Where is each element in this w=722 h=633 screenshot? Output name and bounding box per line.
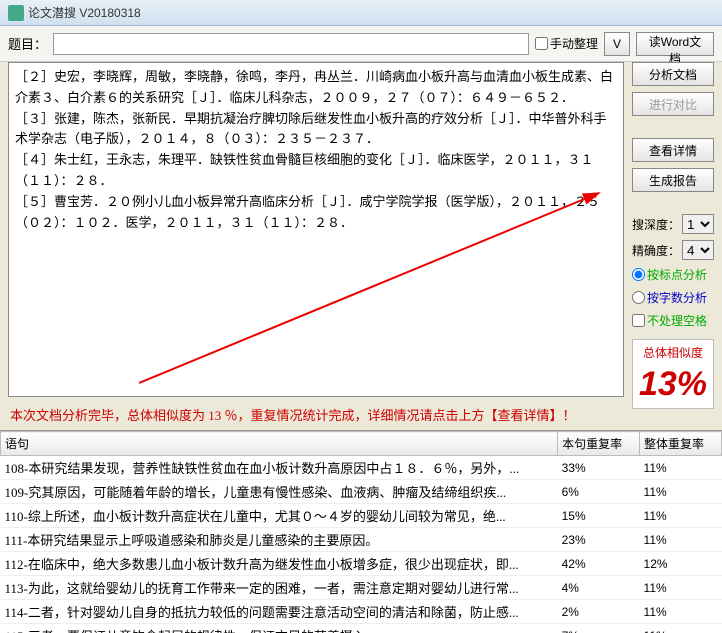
- accuracy-row: 精确度： 4: [632, 240, 714, 260]
- depth-select[interactable]: 1: [682, 214, 714, 234]
- col-sentence-rate[interactable]: 本句重复率: [558, 432, 640, 456]
- cell-overall-rate: 12%: [640, 552, 722, 576]
- table-row[interactable]: 112-在临床中，绝大多数患儿血小板计数升高为继发性血小板增多症，很少出现症状，…: [1, 552, 722, 576]
- cell-overall-rate: 11%: [640, 528, 722, 552]
- cell-sentence: 111-本研究结果显示上呼吸道感染和肺炎是儿童感染的主要原因。: [1, 528, 558, 552]
- read-word-button[interactable]: 读Word文档: [636, 32, 714, 56]
- col-sentence[interactable]: 语句: [1, 432, 558, 456]
- side-panel: 分析文档 进行对比 查看详情 生成报告 搜深度： 1 精确度： 4 按标点分析 …: [628, 62, 722, 430]
- results-table-wrap: 语句 本句重复率 整体重复率 108-本研究结果发现，营养性缺铁性贫血在血小板计…: [0, 430, 722, 633]
- reference-line: ［３］张建，陈杰，张新民．早期抗凝治疗脾切除后继发性血小板升高的疗效分析［Ｊ］．…: [15, 109, 617, 151]
- depth-row: 搜深度： 1: [632, 214, 714, 234]
- cell-overall-rate: 11%: [640, 600, 722, 624]
- cell-sentence: 114-二者，针对婴幼儿自身的抵抗力较低的问题需要注意活动空间的清洁和除菌，防止…: [1, 600, 558, 624]
- cell-sent-rate: 6%: [558, 480, 640, 504]
- cell-sentence: 108-本研究结果发现，营养性缺铁性贫血在血小板计数升高原因中占１８．６％，另外…: [1, 456, 558, 480]
- table-row[interactable]: 111-本研究结果显示上呼吸道感染和肺炎是儿童感染的主要原因。23%11%: [1, 528, 722, 552]
- opt-chars-radio[interactable]: [632, 291, 645, 304]
- reference-textbox[interactable]: ［２］史宏，李晓辉，周敏，李晓静，徐鸣，李丹，冉丛兰．川崎病血小板升高与血清血小…: [8, 62, 624, 397]
- cell-sentence: 112-在临床中，绝大多数患儿血小板计数升高为继发性血小板增多症，很少出现症状，…: [1, 552, 558, 576]
- compare-button: 进行对比: [632, 92, 714, 116]
- cell-sent-rate: 4%: [558, 576, 640, 600]
- col-overall-rate[interactable]: 整体重复率: [640, 432, 722, 456]
- manual-checkbox[interactable]: [535, 37, 548, 50]
- titlebar-text: 论文潜搜 V20180318: [28, 4, 141, 21]
- opt-punct[interactable]: 按标点分析: [632, 266, 714, 283]
- accuracy-label: 精确度：: [632, 242, 680, 259]
- reference-line: ［２］史宏，李晓辉，周敏，李晓静，徐鸣，李丹，冉丛兰．川崎病血小板升高与血清血小…: [15, 67, 617, 109]
- topic-input[interactable]: [53, 33, 529, 55]
- cell-overall-rate: 11%: [640, 576, 722, 600]
- cell-overall-rate: 11%: [640, 624, 722, 633]
- cell-sentence: 110-综上所述，血小板计数升高症状在儿童中，尤其０～４岁的婴幼儿间较为常见，绝…: [1, 504, 558, 528]
- details-button[interactable]: 查看详情: [632, 138, 714, 162]
- table-row[interactable]: 108-本研究结果发现，营养性缺铁性贫血在血小板计数升高原因中占１８．６％，另外…: [1, 456, 722, 480]
- results-table[interactable]: 语句 本句重复率 整体重复率 108-本研究结果发现，营养性缺铁性贫血在血小板计…: [0, 431, 722, 633]
- cell-sentence: 115-三者，要保证儿童饮食起居的规律性，保证充足的营养摄入。: [1, 624, 558, 633]
- app-icon: [8, 5, 24, 21]
- report-button[interactable]: 生成报告: [632, 168, 714, 192]
- cell-sent-rate: 15%: [558, 504, 640, 528]
- similarity-value: 13%: [637, 361, 709, 404]
- cell-sentence: 109-究其原因，可能随着年龄的增长，儿童患有慢性感染、血液病、肿瘤及结缔组织疾…: [1, 480, 558, 504]
- table-row[interactable]: 110-综上所述，血小板计数升高症状在儿童中，尤其０～４岁的婴幼儿间较为常见，绝…: [1, 504, 722, 528]
- cell-sent-rate: 33%: [558, 456, 640, 480]
- table-row[interactable]: 109-究其原因，可能随着年龄的增长，儿童患有慢性感染、血液病、肿瘤及结缔组织疾…: [1, 480, 722, 504]
- analysis-notice: 本次文档分析完毕，总体相似度为 13 ％，重复情况统计完成，详细情况请点击上方【…: [8, 397, 624, 426]
- depth-label: 搜深度：: [632, 216, 680, 233]
- cell-sent-rate: 23%: [558, 528, 640, 552]
- cell-sent-rate: 7%: [558, 624, 640, 633]
- opt-chars[interactable]: 按字数分析: [632, 289, 714, 306]
- manual-checkbox-label: 手动整理: [550, 35, 598, 52]
- top-row: 题目： 手动整理 V 读Word文档: [0, 26, 722, 62]
- v-button[interactable]: V: [604, 32, 630, 56]
- opt-punct-radio[interactable]: [632, 268, 645, 281]
- reference-line: ［５］曹宝芳．２０例小儿血小板异常升高临床分析［Ｊ］．咸宁学院学报（医学版），２…: [15, 192, 617, 234]
- similarity-label: 总体相似度: [637, 344, 709, 361]
- cell-sentence: 113-为此，这就给婴幼儿的抚育工作带来一定的困难，一者，需注意定期对婴幼儿进行…: [1, 576, 558, 600]
- reference-line: ［４］朱士红，王永志，朱理平．缺铁性贫血骨髓巨核细胞的变化［Ｊ］．临床医学，２０…: [15, 150, 617, 192]
- topic-label: 题目：: [8, 34, 47, 53]
- table-row[interactable]: 114-二者，针对婴幼儿自身的抵抗力较低的问题需要注意活动空间的清洁和除菌，防止…: [1, 600, 722, 624]
- cell-sent-rate: 42%: [558, 552, 640, 576]
- titlebar: 论文潜搜 V20180318: [0, 0, 722, 26]
- accuracy-select[interactable]: 4: [682, 240, 714, 260]
- cell-overall-rate: 11%: [640, 480, 722, 504]
- analyze-button[interactable]: 分析文档: [632, 62, 714, 86]
- opt-nospace[interactable]: 不处理空格: [632, 312, 714, 329]
- manual-checkbox-wrap[interactable]: 手动整理: [535, 35, 598, 52]
- opt-nospace-check[interactable]: [632, 314, 645, 327]
- cell-sent-rate: 2%: [558, 600, 640, 624]
- cell-overall-rate: 11%: [640, 456, 722, 480]
- table-row[interactable]: 115-三者，要保证儿童饮食起居的规律性，保证充足的营养摄入。7%11%: [1, 624, 722, 633]
- table-row[interactable]: 113-为此，这就给婴幼儿的抚育工作带来一定的困难，一者，需注意定期对婴幼儿进行…: [1, 576, 722, 600]
- similarity-box: 总体相似度 13%: [632, 339, 714, 409]
- cell-overall-rate: 11%: [640, 504, 722, 528]
